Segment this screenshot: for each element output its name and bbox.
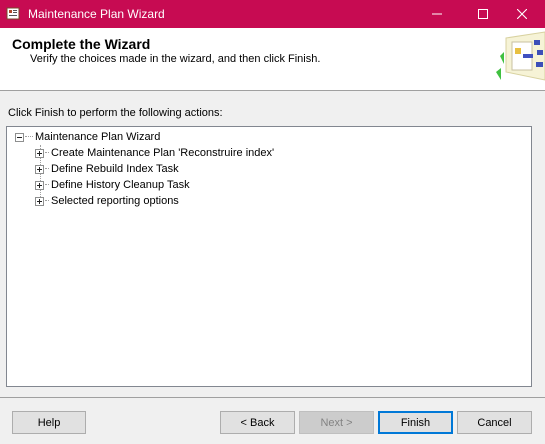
title-bar[interactable]: Maintenance Plan Wizard xyxy=(0,0,545,28)
collapse-icon[interactable] xyxy=(15,132,24,142)
tree-node-label: Selected reporting options xyxy=(51,195,179,207)
footer-divider xyxy=(0,397,545,398)
tree-dots xyxy=(25,136,33,138)
tree-node-label: Maintenance Plan Wizard xyxy=(35,131,161,143)
page-subtitle: Verify the choices made in the wizard, a… xyxy=(30,53,321,65)
close-icon xyxy=(517,9,527,19)
tree-dots xyxy=(45,200,49,202)
tree-dots xyxy=(45,152,49,154)
expand-icon[interactable] xyxy=(35,148,44,158)
expand-icon[interactable] xyxy=(35,180,44,190)
cancel-button[interactable]: Cancel xyxy=(457,411,532,434)
page-title: Complete the Wizard xyxy=(12,36,151,52)
tree-node-label: Define History Cleanup Task xyxy=(51,179,190,191)
finish-button[interactable]: Finish xyxy=(378,411,453,434)
expand-icon[interactable] xyxy=(35,196,44,206)
maximize-icon xyxy=(478,9,488,19)
window-title: Maintenance Plan Wizard xyxy=(28,7,165,21)
instruction-text: Click Finish to perform the following ac… xyxy=(8,107,223,119)
wizard-app-icon xyxy=(6,6,20,20)
next-button[interactable]: Next > xyxy=(299,411,374,434)
tree-node-history-cleanup[interactable]: Define History Cleanup Task xyxy=(35,178,190,192)
tree-node-label: Define Rebuild Index Task xyxy=(51,163,179,175)
expand-icon[interactable] xyxy=(35,164,44,174)
back-button[interactable]: < Back xyxy=(220,411,295,434)
minimize-icon xyxy=(432,9,442,19)
tree-node-rebuild-index[interactable]: Define Rebuild Index Task xyxy=(35,162,179,176)
wizard-banner-icon xyxy=(492,28,545,90)
actions-tree[interactable]: Maintenance Plan Wizard Create Maintenan… xyxy=(6,126,532,387)
minimize-button[interactable] xyxy=(414,0,460,28)
tree-node-root[interactable]: Maintenance Plan Wizard xyxy=(15,130,160,144)
tree-dots xyxy=(45,168,49,170)
wizard-header: Complete the Wizard Verify the choices m… xyxy=(0,28,545,91)
tree-node-reporting-options[interactable]: Selected reporting options xyxy=(35,194,179,208)
tree-node-create-plan[interactable]: Create Maintenance Plan 'Reconstruire in… xyxy=(35,146,274,160)
tree-node-label: Create Maintenance Plan 'Reconstruire in… xyxy=(51,147,275,159)
close-button[interactable] xyxy=(499,0,545,28)
tree-dots xyxy=(45,184,49,186)
help-button[interactable]: Help xyxy=(12,411,86,434)
